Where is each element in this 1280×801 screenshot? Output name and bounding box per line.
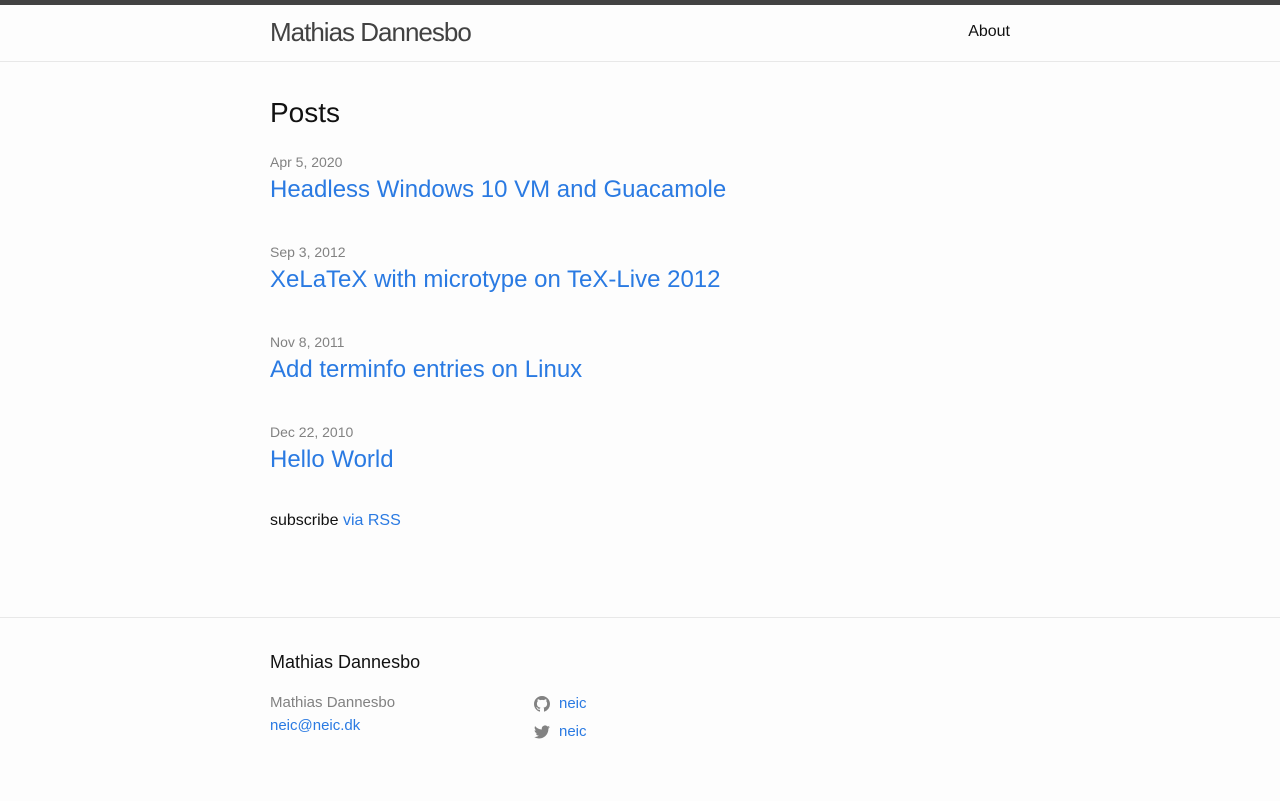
post-date: Apr 5, 2020 (270, 154, 343, 170)
footer-wrapper: Mathias Dannesbo Mathias Dannesbo neic@n… (270, 618, 1010, 801)
post-title-link[interactable]: XeLaTeX with microtype on TeX-Live 2012 (270, 265, 720, 295)
subscribe-text: subscribe (270, 512, 339, 529)
post-list-item: Dec 22, 2010 Hello World (270, 422, 1010, 512)
social-item-github: neic (534, 690, 587, 718)
post-list-item: Apr 5, 2020 Headless Windows 10 VM and G… (270, 152, 1010, 242)
post-list-item: Nov 8, 2011 Add terminfo entries on Linu… (270, 332, 1010, 422)
twitter-icon (534, 724, 550, 740)
github-link[interactable]: neic (559, 694, 587, 714)
site-header: Mathias Dannesbo About (0, 5, 1280, 62)
post-list-item: Sep 3, 2012 XeLaTeX with microtype on Te… (270, 242, 1010, 332)
post-list: Apr 5, 2020 Headless Windows 10 VM and G… (270, 152, 1010, 512)
post-title-link[interactable]: Add terminfo entries on Linux (270, 355, 582, 385)
footer-email-link[interactable]: neic@neic.dk (270, 714, 395, 737)
footer-author-name: Mathias Dannesbo (270, 694, 396, 711)
github-icon (534, 696, 550, 712)
page-content: Posts Apr 5, 2020 Headless Windows 10 VM… (270, 62, 1010, 617)
header-wrapper: Mathias Dannesbo About (270, 5, 1010, 61)
post-date: Sep 3, 2012 (270, 244, 346, 260)
page-heading: Posts (270, 97, 341, 128)
footer-contact-column: Mathias Dannesbo neic@neic.dk (270, 691, 395, 737)
post-date: Dec 22, 2010 (270, 424, 354, 440)
post-title-link[interactable]: Headless Windows 10 VM and Guacamole (270, 175, 726, 205)
rss-link[interactable]: via RSS (343, 512, 401, 529)
subscribe-line: subscribe via RSS (270, 511, 401, 531)
site-footer: Mathias Dannesbo Mathias Dannesbo neic@n… (0, 617, 1280, 801)
site-title-link[interactable]: Mathias Dannesbo (270, 17, 472, 47)
footer-heading: Mathias Dannesbo (270, 652, 421, 672)
twitter-link[interactable]: neic (559, 722, 587, 742)
post-date: Nov 8, 2011 (270, 334, 345, 350)
post-title-link[interactable]: Hello World (270, 445, 394, 475)
nav-link-about[interactable]: About (968, 22, 1010, 42)
footer-social-column: neic neic (534, 690, 587, 746)
social-item-twitter: neic (534, 718, 587, 746)
